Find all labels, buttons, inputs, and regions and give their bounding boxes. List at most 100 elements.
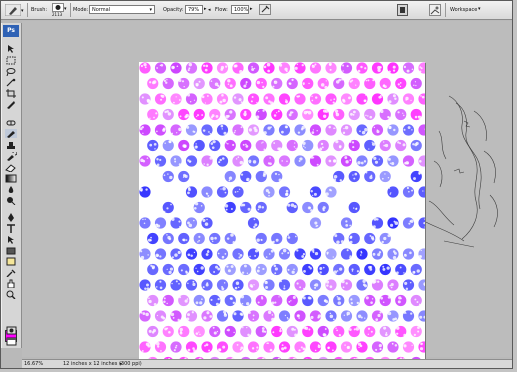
quick-mask-icon[interactable]	[6, 326, 18, 335]
polka-dot	[193, 263, 205, 276]
history-brush-icon[interactable]	[5, 152, 17, 161]
dot-speckle	[149, 117, 151, 119]
dot-speckle	[413, 271, 416, 274]
dot-speckle	[394, 344, 398, 347]
dot-speckle	[240, 173, 244, 176]
dot-speckle	[173, 158, 177, 161]
dot-speckle	[419, 66, 422, 68]
dot-speckle	[370, 174, 373, 177]
dot-speckle	[332, 101, 335, 104]
dot-speckle	[219, 158, 222, 162]
dot-speckle	[324, 327, 327, 330]
path-selection-icon[interactable]	[5, 235, 17, 244]
dot-speckle	[392, 65, 396, 69]
workspace-chevron-icon[interactable]: ▾	[478, 6, 481, 12]
clone-stamp-icon[interactable]	[5, 141, 17, 150]
zoom-level[interactable]: 16.67%	[24, 361, 43, 367]
dot-speckle	[269, 348, 273, 352]
eraser-tool-icon[interactable]	[5, 163, 17, 172]
zoom-tool-icon[interactable]	[5, 290, 17, 299]
dot-speckle	[403, 272, 405, 274]
dot-speckle	[166, 234, 168, 236]
dot-speckle	[195, 267, 197, 269]
document-canvas[interactable]	[139, 62, 425, 367]
dot-speckle	[162, 128, 166, 132]
brush-tool-icon[interactable]	[4, 3, 22, 17]
canvas-area[interactable]	[22, 21, 512, 367]
dot-speckle	[175, 344, 178, 347]
polka-dot	[162, 294, 174, 307]
dot-speckle	[185, 239, 188, 241]
dot-speckle	[397, 111, 400, 114]
move-tool-icon[interactable]	[5, 44, 17, 53]
dot-speckle	[319, 267, 323, 270]
dot-speckle	[312, 194, 314, 197]
dot-speckle	[287, 318, 289, 320]
dot-speckle	[159, 280, 162, 283]
dot-speckle	[325, 280, 330, 284]
palette-well-icon[interactable]	[429, 4, 441, 16]
blur-tool-icon[interactable]	[5, 185, 17, 194]
dot-speckle	[363, 160, 367, 163]
dot-speckle	[175, 280, 178, 283]
dot-speckle	[307, 110, 312, 115]
dot-speckle	[364, 128, 368, 132]
dot-speckle	[202, 129, 206, 132]
shape-tool-icon[interactable]	[5, 246, 17, 255]
brush-preview-icon[interactable]	[52, 3, 64, 12]
healing-brush-icon[interactable]	[5, 118, 17, 127]
eyedropper-icon[interactable]	[5, 268, 17, 277]
dot-speckle	[267, 162, 271, 165]
status-menu-icon[interactable]: ▸	[120, 361, 123, 367]
hand-tool-icon[interactable]	[5, 279, 17, 288]
type-tool-icon[interactable]	[5, 224, 17, 233]
mode-select[interactable]: Normal ▾	[89, 5, 155, 14]
polka-dot	[402, 217, 415, 229]
dot-speckle	[407, 126, 411, 129]
polka-dot	[255, 232, 267, 245]
dot-speckle	[298, 160, 301, 163]
dot-speckle	[185, 113, 189, 118]
marquee-tool-icon[interactable]	[5, 56, 17, 65]
airbrush-toggle-icon[interactable]	[259, 4, 271, 15]
dot-speckle	[150, 264, 153, 267]
gradient-tool-icon[interactable]	[5, 174, 17, 183]
dot-speckle	[230, 297, 233, 301]
dot-speckle	[223, 282, 226, 284]
polka-dot	[286, 108, 298, 121]
dot-speckle	[349, 140, 352, 143]
dot-speckle	[360, 161, 364, 165]
opacity-slider-icon[interactable]: ▸	[204, 6, 207, 12]
opacity-field[interactable]: 79%	[185, 5, 203, 14]
brush-dropdown-icon[interactable]: ▾	[64, 6, 67, 12]
crop-tool-icon[interactable]	[5, 89, 17, 98]
tool-preset-dropdown-icon[interactable]: ▾	[21, 8, 24, 14]
lasso-tool-icon[interactable]	[5, 67, 17, 76]
dot-speckle	[392, 69, 396, 72]
dot-speckle	[399, 266, 402, 269]
dot-speckle	[297, 131, 301, 134]
flow-field[interactable]: 100%	[231, 5, 249, 14]
airbrush-icon[interactable]: ◂	[208, 7, 211, 13]
notes-tool-icon[interactable]	[5, 257, 17, 266]
slice-tool-icon[interactable]	[5, 100, 17, 109]
dot-speckle	[332, 256, 334, 258]
polka-dot	[278, 124, 291, 136]
flow-slider-icon[interactable]: ▸	[250, 6, 253, 12]
document-info[interactable]: 12 inches x 12 inches (300 ppi)	[63, 361, 142, 367]
dot-speckle	[303, 269, 306, 273]
brush-tool-icon[interactable]	[5, 129, 17, 138]
polka-dot	[232, 248, 244, 260]
workspace-menu[interactable]: Workspace	[450, 7, 477, 13]
dot-speckle	[383, 144, 386, 147]
dot-speckle	[404, 281, 408, 285]
magic-wand-icon[interactable]	[5, 78, 17, 87]
dot-speckle	[281, 130, 284, 134]
screen-mode-icon[interactable]	[6, 337, 18, 346]
polka-dot	[271, 294, 283, 307]
dodge-tool-icon[interactable]	[5, 196, 17, 205]
bridge-icon[interactable]	[397, 4, 408, 16]
dot-speckle	[187, 313, 191, 317]
photoshop-logo[interactable]: Ps	[3, 25, 19, 37]
pen-tool-icon[interactable]	[5, 213, 17, 222]
